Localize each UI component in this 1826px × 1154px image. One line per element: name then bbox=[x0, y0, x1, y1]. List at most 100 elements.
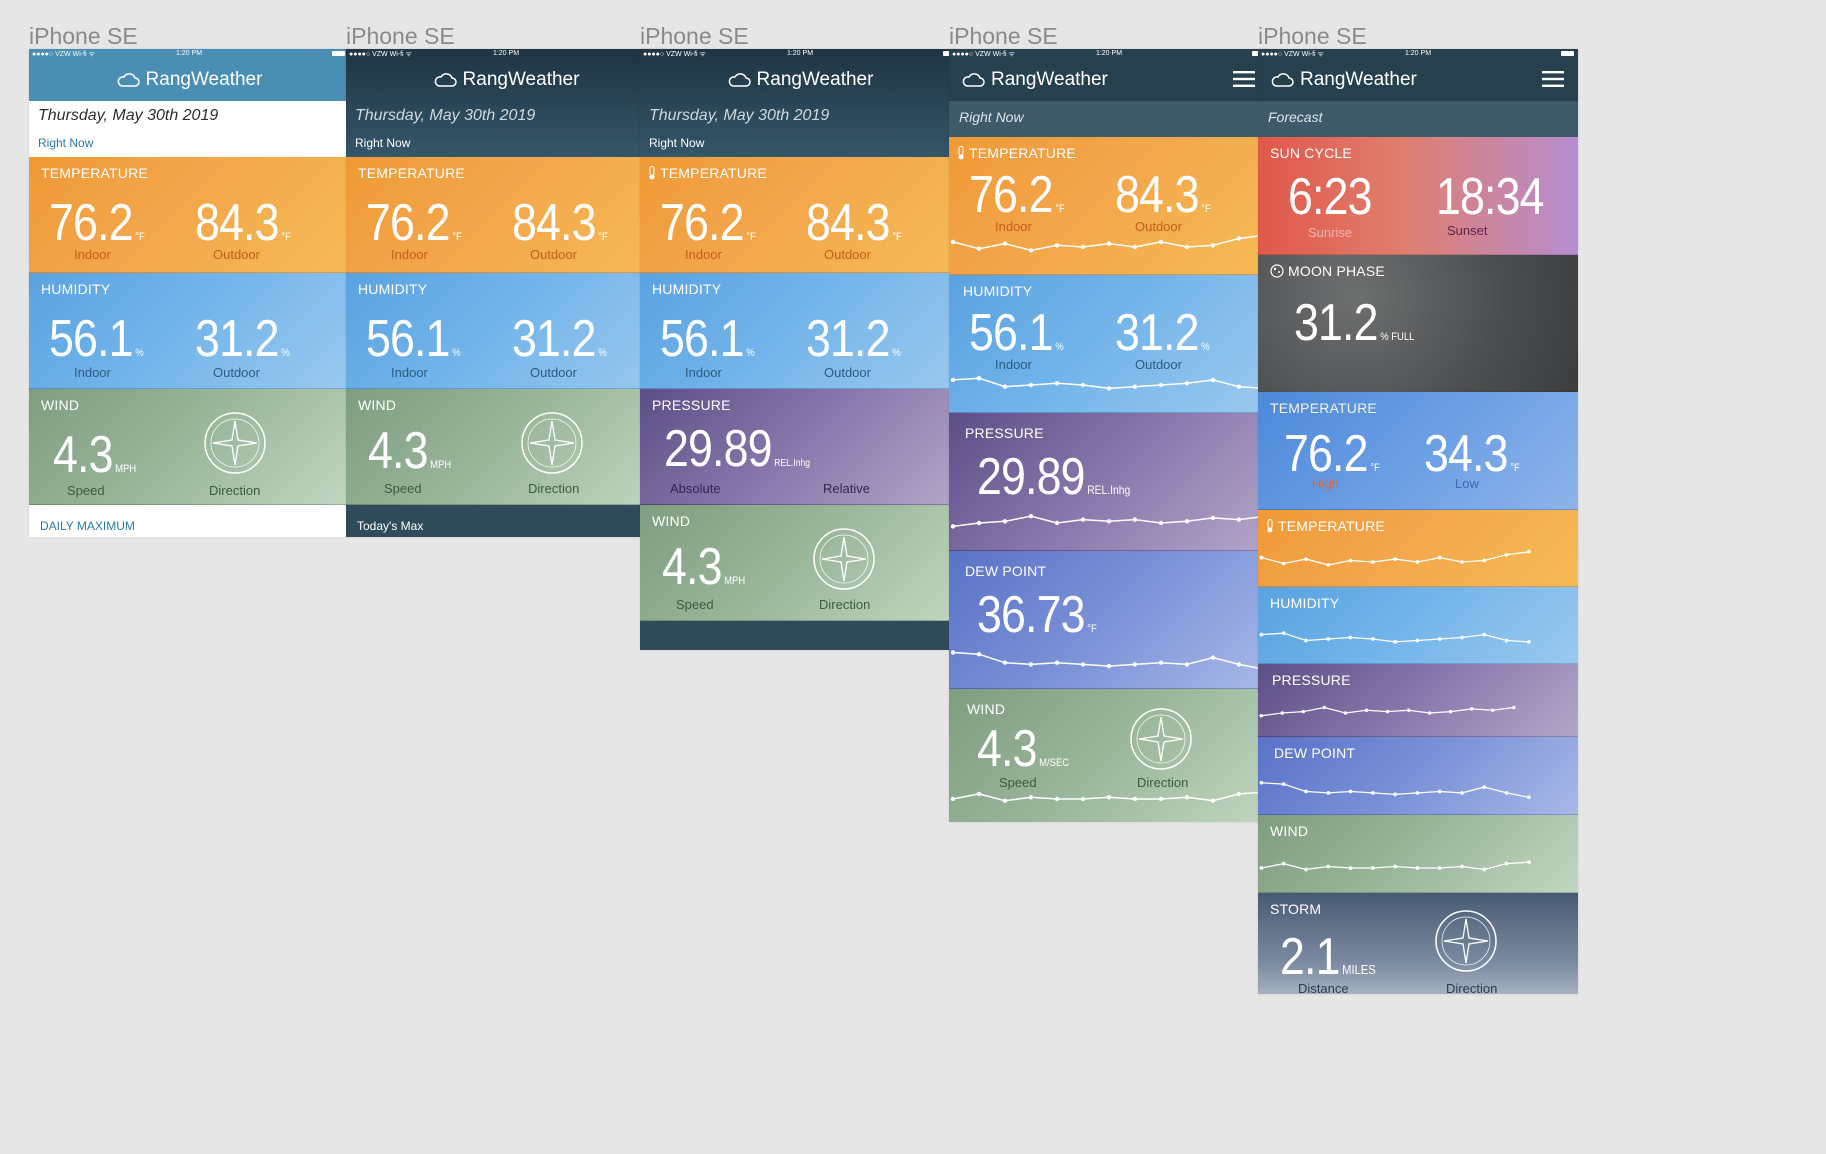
app-title[interactable]: RangWeather bbox=[463, 69, 580, 91]
sparkline-point bbox=[1184, 795, 1190, 800]
moon-unit: % FULL bbox=[1380, 331, 1415, 343]
humidity-card[interactable]: HUMIDITY 56.1% 31.2% Indoor Outdoor bbox=[346, 273, 666, 389]
sparkline-point bbox=[1054, 520, 1060, 526]
sparkline-point bbox=[1490, 708, 1495, 713]
sparkline-point bbox=[1281, 561, 1286, 566]
app-title[interactable]: RangWeather bbox=[1300, 69, 1417, 91]
compass-icon bbox=[813, 528, 875, 590]
humidity-trend-card[interactable]: HUMIDITY bbox=[1258, 587, 1578, 664]
wind-unit: MPH bbox=[430, 459, 452, 471]
pressure-trend-card[interactable]: PRESSURE bbox=[1258, 664, 1578, 737]
sparkline-point bbox=[1080, 662, 1086, 667]
sparkline-point bbox=[1322, 705, 1327, 710]
menu-icon[interactable] bbox=[1233, 71, 1255, 87]
sparkline-point bbox=[1280, 711, 1285, 715]
direction-label: Direction bbox=[1446, 981, 1498, 994]
sparkline-point bbox=[1304, 638, 1308, 643]
sparkline-point bbox=[1393, 792, 1398, 797]
humidity-card[interactable]: HUMIDITY 56.1% 31.2% Indoor Outdoor bbox=[29, 273, 349, 389]
sparkline-point bbox=[1281, 782, 1286, 787]
temp-unit: °F bbox=[1510, 462, 1520, 474]
wind-card[interactable]: WIND 4.3 MPH Speed Direction bbox=[346, 389, 666, 505]
app-title[interactable]: RangWeather bbox=[991, 69, 1108, 91]
temp-indoor-value: 76.2 bbox=[366, 194, 450, 252]
phone-screen: ●●●●○ VZW Wi-fi ᯤ 1:20 PM RangWeather Th… bbox=[346, 49, 666, 537]
temp-unit: °F bbox=[1370, 462, 1380, 474]
storm-card[interactable]: STORM 2.1 MILES Distance Direction bbox=[1258, 893, 1578, 994]
card-title: HUMIDITY bbox=[1270, 595, 1340, 611]
temp-outdoor-value: 84.3 bbox=[806, 194, 890, 252]
wind-card[interactable]: WIND 4.3 MPH Speed Direction bbox=[640, 505, 960, 621]
sparkline-point bbox=[1028, 795, 1034, 800]
dew-point-trend-card[interactable]: DEW POINT bbox=[1258, 737, 1578, 815]
card-title: WIND bbox=[41, 397, 80, 413]
temp-indoor-value: 76.2 bbox=[969, 166, 1053, 224]
date-label: Thursday, May 30th 2019 bbox=[38, 107, 219, 124]
forecast-temperature-card[interactable]: TEMPERATURE 76.2 °F 34.3 °F High Low bbox=[1258, 392, 1578, 510]
dew-point-card[interactable]: DEW POINT 36.73 °F bbox=[949, 551, 1269, 689]
speed-label: Speed bbox=[384, 481, 422, 496]
sparkline-point bbox=[1460, 864, 1464, 869]
temperature-trend-card[interactable]: TEMPERATURE bbox=[1258, 510, 1578, 587]
card-title: TEMPERATURE bbox=[660, 165, 767, 181]
hum-unit: % bbox=[1201, 341, 1210, 353]
app-title[interactable]: RangWeather bbox=[757, 69, 874, 91]
sparkline-point bbox=[1158, 520, 1164, 526]
sparkline-point bbox=[1437, 789, 1442, 794]
humidity-card[interactable]: HUMIDITY 56.1% 31.2% Indoor Outdoor bbox=[640, 273, 960, 389]
humidity-card[interactable]: HUMIDITY 56.1% 31.2% Indoor Outdoor bbox=[949, 275, 1269, 413]
temperature-card[interactable]: TEMPERATURE 76.2 °F 84.3 °F Indoor Outdoor bbox=[29, 157, 349, 273]
sparkline-point bbox=[1526, 860, 1531, 865]
bottom-bar bbox=[640, 621, 960, 650]
todays-max-footer[interactable]: Today's Max bbox=[346, 505, 666, 537]
thermometer-icon bbox=[649, 166, 655, 180]
compass-icon bbox=[204, 412, 266, 474]
right-now-header: Right Now bbox=[949, 101, 1269, 137]
menu-icon[interactable] bbox=[1542, 71, 1564, 87]
sparkline-point bbox=[950, 239, 956, 245]
wind-speed-value: 4.3 bbox=[368, 422, 428, 480]
hum-indoor-value: 56.1 bbox=[49, 310, 133, 368]
wind-trend-card[interactable]: WIND bbox=[1258, 815, 1578, 893]
artboard-label: iPhone SE bbox=[29, 23, 138, 49]
sparkline-point bbox=[1184, 381, 1190, 386]
wind-card[interactable]: WIND 4.3 MPH Speed Direction bbox=[29, 389, 349, 505]
temp-outdoor-value: 84.3 bbox=[1115, 166, 1199, 224]
high-label: High bbox=[1312, 476, 1339, 491]
status-bar: ●●●●○ VZW Wi-fi ᯤ 1:20 PM bbox=[1258, 49, 1578, 59]
app-bar: RangWeather bbox=[640, 59, 960, 101]
phone-screen: ●●●●○ VZW Wi-fi ᯤ 1:20 PM RangWeather Th… bbox=[640, 49, 960, 650]
daily-maximum-footer[interactable]: DAILY MAXIMUM bbox=[29, 505, 349, 537]
sparkline-point bbox=[1415, 866, 1420, 870]
pressure-card[interactable]: PRESSURE 29.89 REL.Inhg Absolute Relative bbox=[640, 389, 960, 505]
date-label: Thursday, May 30th 2019 bbox=[649, 107, 830, 124]
temperature-card[interactable]: TEMPERATURE 76.2 °F 84.3 °F Indoor Outdoor bbox=[346, 157, 666, 273]
moon-phase-card[interactable]: MOON PHASE 31.2% FULL bbox=[1258, 255, 1578, 392]
sparkline-point bbox=[1236, 236, 1242, 241]
wind-card[interactable]: WIND 4.3 M/SEC Speed Direction bbox=[949, 689, 1269, 822]
sparkline-point bbox=[1054, 660, 1060, 665]
temperature-card[interactable]: TEMPERATURE 76.2 °F 84.3 °F Indoor Outdoor bbox=[640, 157, 960, 273]
app-bar: RangWeather bbox=[1258, 59, 1578, 101]
high-value: 76.2 bbox=[1284, 425, 1368, 483]
indoor-label: Indoor bbox=[685, 247, 722, 262]
sparkline-point bbox=[1460, 791, 1464, 795]
sparkline-point bbox=[950, 650, 956, 655]
dew-point-value: 36.73 bbox=[977, 586, 1085, 644]
sparkline-point bbox=[1002, 384, 1008, 389]
wind-sparkline bbox=[950, 790, 1268, 803]
sparkline-point bbox=[950, 796, 956, 802]
sparkline-point bbox=[1415, 560, 1420, 564]
sparkline-point bbox=[1259, 866, 1264, 870]
pressure-card[interactable]: PRESSURE 29.89 REL.Inhg bbox=[949, 413, 1269, 551]
app-title[interactable]: RangWeather bbox=[146, 69, 263, 91]
temperature-card[interactable]: TEMPERATURE 76.2 °F 84.3 °F Indoor Outdoor bbox=[949, 137, 1269, 275]
hum-outdoor-value: 31.2 bbox=[512, 310, 596, 368]
pressure-sparkline bbox=[1259, 705, 1516, 718]
sparkline-point bbox=[1158, 239, 1164, 245]
sparkline-point bbox=[1210, 243, 1216, 248]
distance-label: Distance bbox=[1298, 981, 1349, 994]
hum-outdoor-value: 31.2 bbox=[195, 310, 279, 368]
sun-cycle-card[interactable]: SUN CYCLE 6:23 18:34 Sunrise Sunset bbox=[1258, 137, 1578, 255]
speed-label: Speed bbox=[676, 597, 714, 612]
